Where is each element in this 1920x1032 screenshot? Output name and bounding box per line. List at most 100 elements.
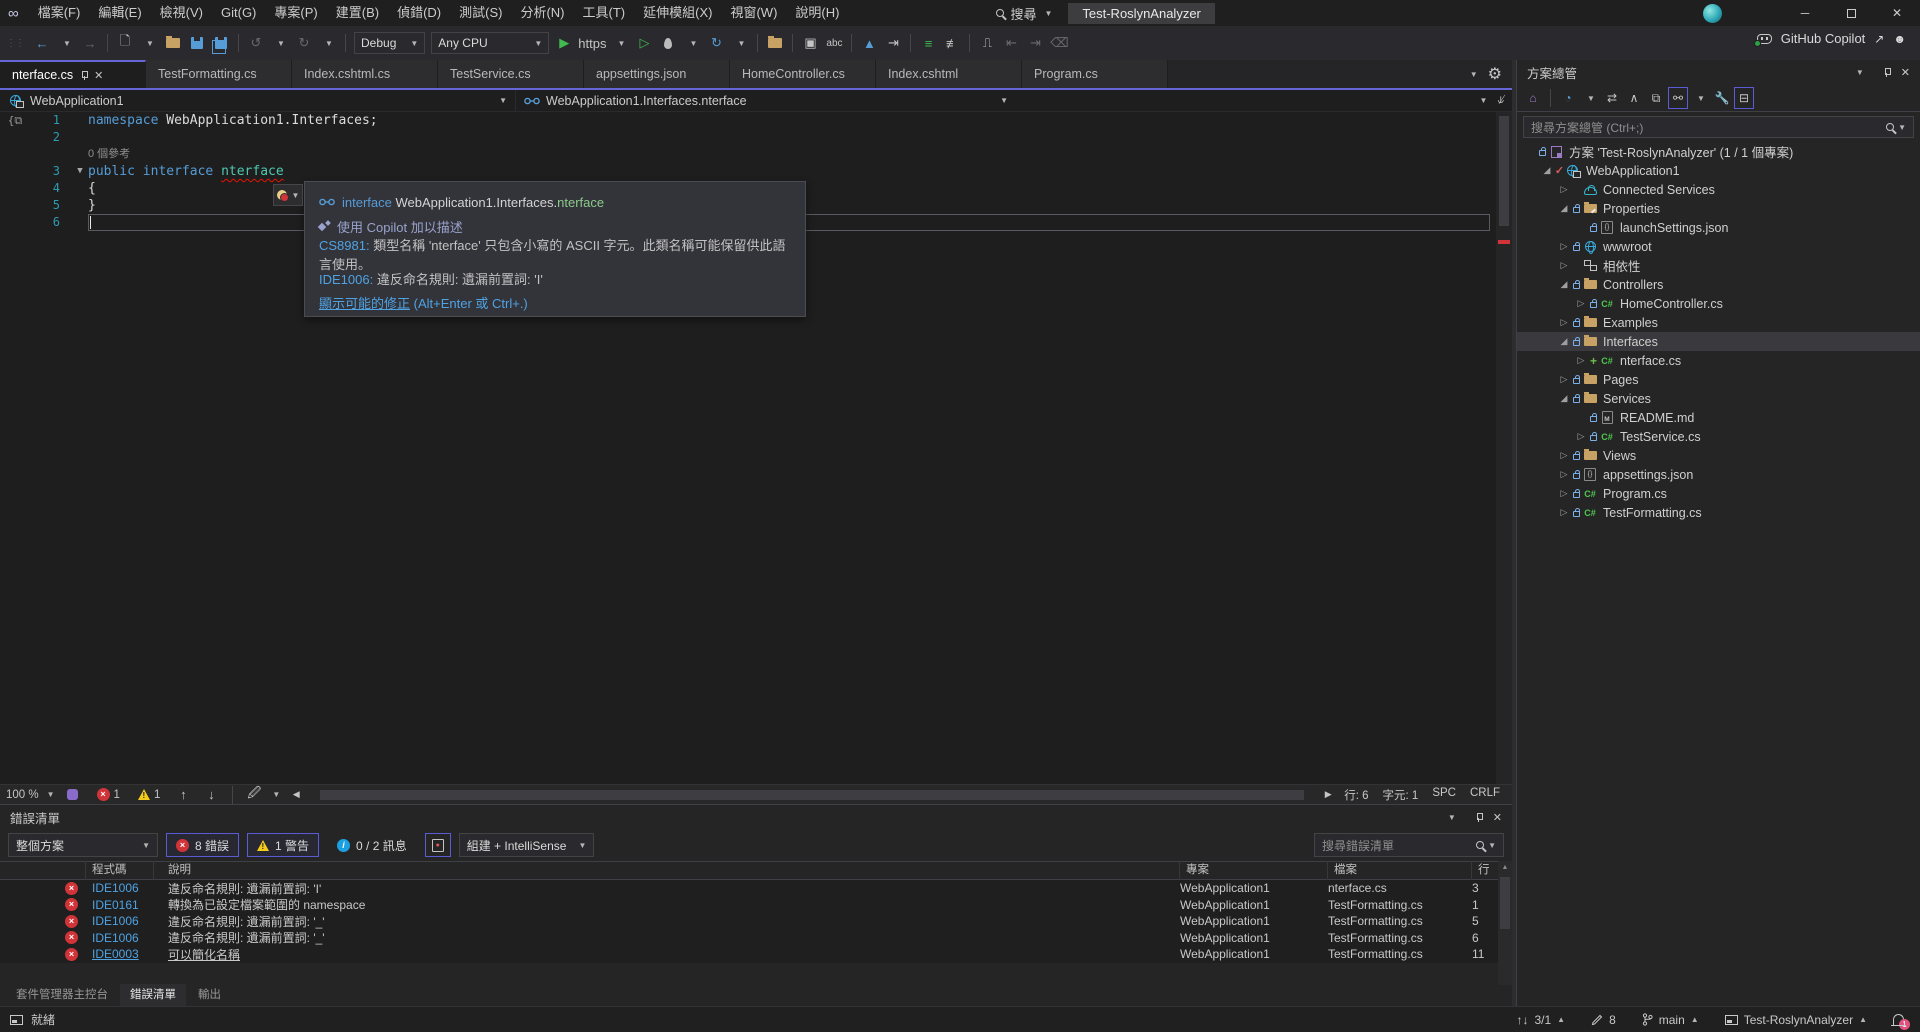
expander-collapsed-icon[interactable]: ▷ — [1574, 298, 1588, 309]
switch-views-icon[interactable]: ⌂ — [1523, 87, 1543, 109]
expander-expanded-icon[interactable]: ◢ — [1557, 203, 1571, 214]
breakpoint-gutter[interactable] — [0, 146, 30, 163]
outdent-button[interactable]: ≢ — [940, 31, 964, 55]
error-code-link[interactable]: IDE1006 — [86, 914, 154, 928]
error-row[interactable]: ×IDE1006違反命名規則: 遺漏前置詞: '_'WebApplication… — [0, 930, 1512, 947]
preview-selected-icon[interactable]: ⊟ — [1734, 87, 1754, 109]
source-filter-combo[interactable]: 組建 + IntelliSense▼ — [459, 833, 595, 857]
solution-configuration-combo[interactable]: Debug▼ — [354, 32, 425, 54]
tree-item-homecontroller-cs[interactable]: ▷C#HomeController.cs — [1517, 294, 1920, 313]
bookmark-prev-button[interactable]: ⇤ — [999, 31, 1023, 55]
copilot-label[interactable]: GitHub Copilot — [1781, 31, 1866, 46]
document-tab[interactable]: Index.cshtml — [876, 60, 1022, 88]
document-tab[interactable]: TestFormatting.cs — [146, 60, 292, 88]
error-list-search-input[interactable]: 搜尋錯誤清單 ▼ — [1314, 833, 1504, 857]
document-tab[interactable]: appsettings.json — [584, 60, 730, 88]
document-warnings-indicator[interactable]: 1 — [131, 789, 167, 801]
menu-item[interactable]: 編輯(E) — [89, 0, 150, 26]
close-button[interactable]: ✕ — [1874, 0, 1920, 26]
tree-item-properties[interactable]: ◢Properties — [1517, 199, 1920, 218]
zoom-level[interactable]: 100 % — [6, 789, 39, 801]
expander-collapsed-icon[interactable]: ▷ — [1557, 260, 1571, 271]
code-cleanup-button[interactable]: 🖉 — [242, 783, 266, 807]
start-debug-button[interactable]: ▶ — [552, 31, 576, 55]
bookmark-next-button[interactable]: ⇥ — [1023, 31, 1047, 55]
menu-item[interactable]: Git(G) — [212, 0, 265, 26]
undo-dropdown[interactable]: ▼ — [268, 31, 292, 55]
breakpoint-gutter[interactable] — [0, 129, 30, 146]
run-profile-label[interactable]: https — [576, 31, 608, 55]
save-all-button[interactable] — [209, 31, 233, 55]
tree-item-appsettings-json[interactable]: ▷{}appsettings.json — [1517, 465, 1920, 484]
menu-item[interactable]: 說明(H) — [786, 0, 848, 26]
tree-item-connected-services[interactable]: ▷Connected Services — [1517, 180, 1920, 199]
tree-item-interfaces[interactable]: ◢Interfaces — [1517, 332, 1920, 351]
code-line[interactable]: 0 個參考 — [0, 146, 1496, 163]
git-sync-status[interactable]: ↑↓ 3/1 ▲ — [1516, 1013, 1565, 1027]
codelens-references[interactable]: 0 個參考 — [88, 146, 130, 163]
spellcheck-button[interactable]: abc — [822, 31, 846, 55]
menu-item[interactable]: 分析(N) — [511, 0, 573, 26]
tree-item-nterface-cs[interactable]: ▷+C#nterface.cs — [1517, 351, 1920, 370]
minimize-button[interactable]: ─ — [1782, 0, 1828, 26]
redo-button[interactable]: ↻ — [292, 31, 316, 55]
menu-item[interactable]: 測試(S) — [450, 0, 511, 26]
scroll-left-button[interactable]: ◀ — [284, 783, 308, 807]
show-fixes-link[interactable]: 顯示可能的修正 — [319, 296, 410, 311]
select-pointer-button[interactable]: ▲ — [857, 31, 881, 55]
hot-reload-dropdown[interactable]: ▼ — [680, 31, 704, 55]
expander-expanded-icon[interactable]: ◢ — [1557, 393, 1571, 404]
error-row[interactable]: ×IDE0003可以簡化名稱WebApplication1TestFormatt… — [0, 946, 1512, 963]
expander-collapsed-icon[interactable]: ▷ — [1574, 431, 1588, 442]
gear-icon[interactable]: ⚙ — [1488, 64, 1502, 84]
tree-item-services[interactable]: ◢Services — [1517, 389, 1920, 408]
expander-collapsed-icon[interactable]: ▷ — [1557, 469, 1571, 480]
tree-item-pages[interactable]: ▷Pages — [1517, 370, 1920, 389]
breakpoint-gutter[interactable] — [0, 163, 30, 180]
split-window-icon[interactable]: ⫝̸ — [1497, 94, 1504, 107]
user-avatar[interactable] — [1703, 4, 1722, 23]
scope-filter-combo[interactable]: 整個方案▼ — [8, 833, 158, 857]
tree-item--test-roslynanalyzer-1-1-[interactable]: 方案 'Test-RoslynAnalyzer' (1 / 1 個專案) — [1517, 142, 1920, 161]
error-row[interactable]: ×IDE1006違反命名規則: 遺漏前置詞: 'I'WebApplication… — [0, 880, 1512, 897]
feedback-icon[interactable] — [67, 789, 78, 800]
feedback-icon[interactable]: ☻ — [1893, 32, 1906, 46]
error-code-link[interactable]: IDE1006 — [86, 881, 154, 895]
indentation-indicator[interactable]: SPC — [1432, 787, 1456, 803]
document-tab[interactable]: HomeController.cs — [730, 60, 876, 88]
solution-explorer-search-input[interactable]: 搜尋方案總管 (Ctrl+;) ▼ — [1523, 116, 1914, 138]
column-header[interactable] — [0, 861, 86, 880]
document-tab[interactable]: Program.cs — [1022, 60, 1168, 88]
nav-forward-button[interactable]: → — [78, 31, 102, 55]
format-document-button[interactable]: ⇥ — [881, 31, 905, 55]
new-item-dropdown[interactable]: ▼ — [137, 31, 161, 55]
find-in-files-button[interactable] — [763, 31, 787, 55]
diagnostic-code-link[interactable]: CS8981: — [319, 238, 370, 253]
tree-item-testformatting-cs[interactable]: ▷C#TestFormatting.cs — [1517, 503, 1920, 522]
expander-collapsed-icon[interactable]: ▷ — [1557, 488, 1571, 499]
redo-dropdown[interactable]: ▼ — [316, 31, 340, 55]
quick-search-button[interactable]: 搜尋 ▼ — [988, 2, 1060, 25]
panel-tab[interactable]: 錯誤清單 — [120, 984, 186, 1006]
new-project-button[interactable]: 🗋 — [113, 31, 137, 55]
breakpoint-gutter[interactable] — [0, 197, 30, 214]
expander-collapsed-icon[interactable]: ▷ — [1557, 374, 1571, 385]
expander-expanded-icon[interactable]: ◢ — [1557, 279, 1571, 290]
solution-platform-combo[interactable]: Any CPU▼ — [431, 32, 549, 54]
breakpoint-gutter[interactable] — [0, 214, 30, 231]
error-row[interactable]: ×IDE0161轉換為已設定檔案範圍的 namespaceWebApplicat… — [0, 897, 1512, 914]
prev-issue-button[interactable]: ↑ — [171, 783, 195, 807]
outline-icon[interactable]: {⧉ — [0, 112, 30, 129]
expander-expanded-icon[interactable]: ◢ — [1540, 165, 1554, 176]
messages-filter-toggle[interactable]: i 0 / 2 訊息 — [327, 833, 417, 857]
notifications-button[interactable]: 1 — [1893, 1014, 1904, 1025]
code-line[interactable]: 3▼public interface nterface — [0, 163, 1496, 180]
properties-pages-icon[interactable]: ⧉ — [1646, 87, 1666, 109]
line-ending-indicator[interactable]: CRLF — [1470, 787, 1500, 803]
editor-horizontal-scrollbar[interactable] — [320, 790, 1304, 800]
document-errors-indicator[interactable]: × 1 — [90, 788, 127, 801]
expander-collapsed-icon[interactable]: ▷ — [1557, 241, 1571, 252]
indent-button[interactable]: ≡ — [916, 31, 940, 55]
panel-tab[interactable]: 輸出 — [188, 984, 231, 1006]
window-position-icon[interactable]: ▼ — [1448, 813, 1456, 822]
